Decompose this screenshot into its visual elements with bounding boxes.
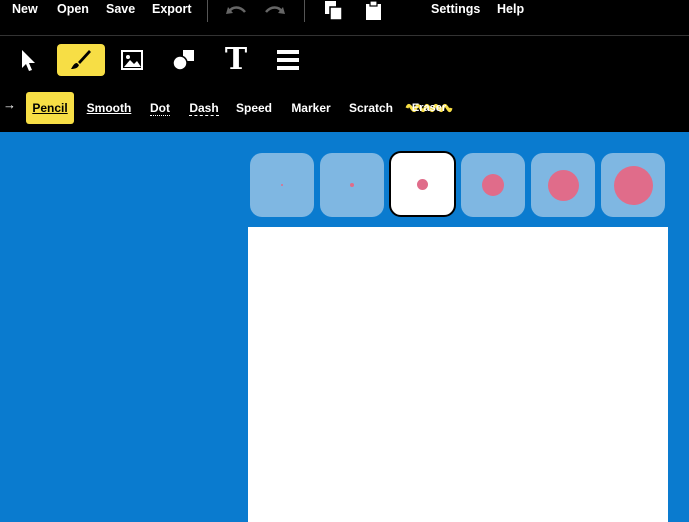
copy-icon[interactable] [324,0,344,27]
brush-eraser-label: Eraser [411,102,447,114]
brush-size-dot [281,184,283,186]
brush-pencil-button[interactable]: Pencil [26,92,74,124]
more-tools-button[interactable] [264,44,312,76]
save-button[interactable]: Save [106,2,135,16]
brush-dot-label: Dot [150,100,170,116]
brush-size-dot [350,183,354,187]
brush-smooth-button[interactable]: Smooth [82,92,136,124]
brush-size-dot [482,174,504,196]
text-icon: T [224,42,248,77]
brush-row-arrow: → [3,97,16,112]
brush-icon [71,50,91,69]
menu-divider [304,0,305,22]
toolbar: T → Pencil Smooth Dot Dash Speed Marker … [0,36,689,132]
text-tool-button[interactable]: T [212,44,260,76]
brush-marker-label: Marker [291,101,331,115]
brush-smooth-label: Smooth [86,101,132,115]
brush-size-dot [547,169,579,201]
open-button[interactable]: Open [57,2,89,16]
brush-dot-button[interactable]: Dot [145,92,175,124]
help-button[interactable]: Help [497,2,524,16]
export-button[interactable]: Export [152,2,192,16]
undo-icon[interactable] [224,2,248,25]
brush-speed-label: Speed [235,101,272,115]
brush-dash-button[interactable]: Dash [186,92,222,124]
brush-size-3-button[interactable] [389,151,456,217]
brush-scratch-label: Scratch [348,101,394,115]
brush-size-6-button[interactable] [601,153,665,217]
brush-speed-button[interactable]: Speed [233,92,275,124]
brush-size-1-button[interactable] [250,153,314,217]
menu-divider [207,0,208,22]
image-tool-button[interactable] [108,44,156,76]
brush-eraser-button[interactable]: Eraser [404,92,454,124]
brush-size-4-button[interactable] [461,153,525,217]
brush-scratch-button[interactable]: Scratch [346,92,396,124]
image-icon [121,50,143,70]
brush-size-dot [417,178,428,190]
new-button[interactable]: New [12,2,38,16]
shapes-icon [172,50,194,71]
drawing-canvas[interactable] [248,227,668,522]
brush-size-5-button[interactable] [531,153,595,217]
pointer-icon [22,50,35,71]
settings-button[interactable]: Settings [431,2,480,16]
brush-marker-button[interactable]: Marker [286,92,336,124]
menu-bar: New Open Save Export Settings Help [0,0,689,36]
brush-size-dot [613,165,653,205]
menu-lines-icon [277,50,299,70]
brush-size-2-button[interactable] [320,153,384,217]
shapes-tool-button[interactable] [160,44,208,76]
redo-icon[interactable] [263,2,287,25]
brush-dash-label: Dash [189,100,219,116]
brush-pencil-label: Pencil [32,101,68,115]
brush-tool-button[interactable] [57,44,105,76]
paste-icon[interactable] [364,0,384,27]
select-tool-button[interactable] [4,44,52,76]
